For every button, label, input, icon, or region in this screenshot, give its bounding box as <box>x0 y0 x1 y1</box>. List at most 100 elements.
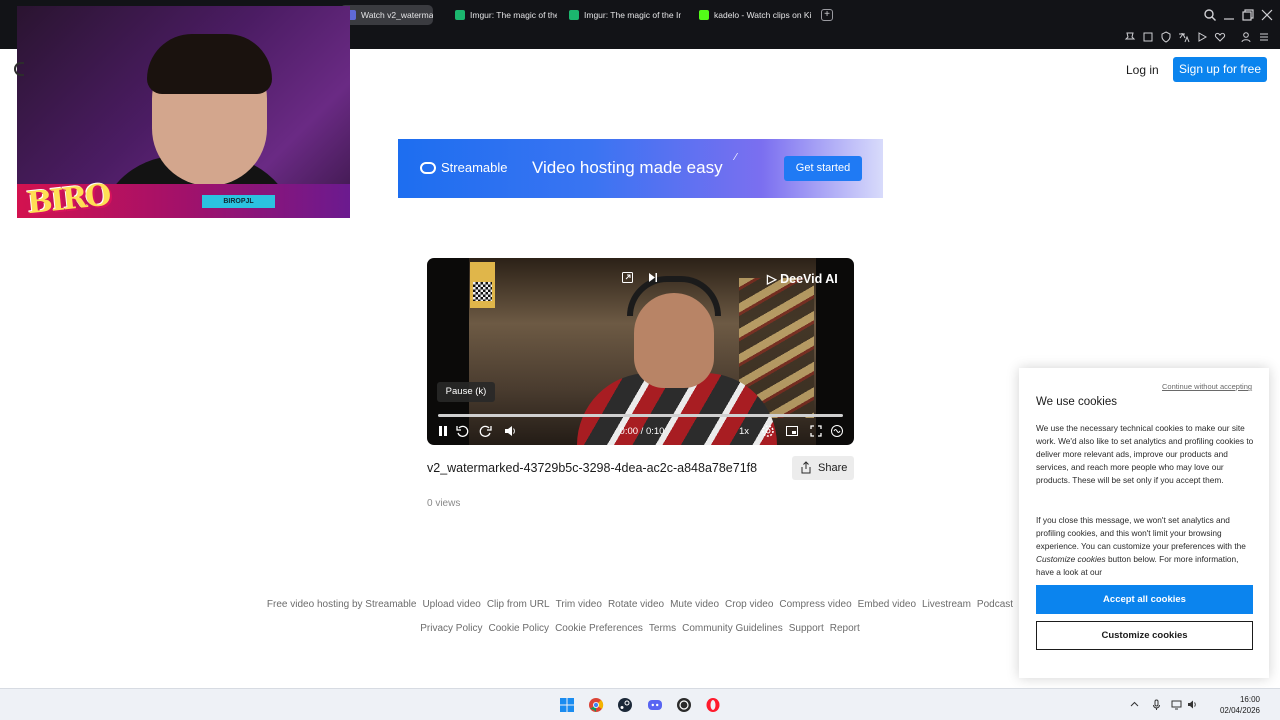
video-player[interactable]: ▷ DeeVid AI Pause (k) 0:00 / 0:10 1x <box>427 258 854 445</box>
screenshot-icon[interactable] <box>1142 31 1154 43</box>
pause-icon[interactable] <box>436 424 450 438</box>
footer-link[interactable]: Rotate video <box>608 599 664 610</box>
footer-link[interactable]: Cookie Policy <box>488 623 549 634</box>
play-icon[interactable] <box>1196 31 1208 43</box>
browser-tab[interactable]: kadelo - Watch clips on Ki <box>693 5 813 25</box>
time-display: 0:00 / 0:10 <box>619 426 665 437</box>
customize-cookies-button[interactable]: Customize cookies <box>1036 621 1253 650</box>
footer-link[interactable]: Livestream <box>922 599 971 610</box>
continue-without-accepting-link[interactable]: Continue without accepting <box>1162 382 1252 392</box>
streamable-icon[interactable] <box>830 424 844 438</box>
footer-link[interactable]: Compress video <box>779 599 851 610</box>
banner-brand-label: Streamable <box>441 160 508 175</box>
banner-brand: Streamable <box>420 160 507 176</box>
tab-favicon-icon <box>569 10 579 20</box>
footer-link[interactable]: Mute video <box>670 599 719 610</box>
cookie-paragraph-1: We use the necessary technical cookies t… <box>1036 423 1254 485</box>
close-icon[interactable] <box>1260 8 1274 22</box>
progress-bar[interactable] <box>438 414 843 417</box>
share-label: Share <box>818 462 848 474</box>
accept-all-cookies-button[interactable]: Accept all cookies <box>1036 585 1253 614</box>
footer-link[interactable]: Podcast <box>977 599 1013 610</box>
volume-icon[interactable] <box>503 424 517 438</box>
network-icon[interactable] <box>1171 699 1182 710</box>
new-tab-button[interactable]: + <box>821 9 833 21</box>
windows-start-icon[interactable] <box>559 697 575 713</box>
footer-link[interactable]: Embed video <box>858 599 916 610</box>
cookie-title: We use cookies <box>1036 396 1117 408</box>
video-title: v2_watermarked-43729b5c-3298-4dea-ac2c-a… <box>427 461 758 475</box>
skip-next-icon[interactable] <box>646 271 659 284</box>
menu-icon[interactable] <box>1258 31 1270 43</box>
footer-link[interactable]: Trim video <box>556 599 602 610</box>
minimize-icon[interactable] <box>1222 8 1236 22</box>
webcam-overlay: BIRO BIROPJL <box>17 6 350 218</box>
taskbar-clock[interactable]: 16:00 02/04/2026 <box>1202 694 1260 716</box>
forward-icon[interactable] <box>479 424 493 438</box>
pin-icon[interactable] <box>1124 31 1136 43</box>
footer-link[interactable]: Privacy Policy <box>420 623 482 634</box>
promo-banner[interactable]: Streamable Video hosting made easy ⁄ Get… <box>398 139 883 198</box>
tab-label: Watch v2_watermarke <box>361 10 433 20</box>
tab-label: Imgur: The magic of the In <box>470 10 557 20</box>
restore-icon[interactable] <box>1241 8 1255 22</box>
playback-speed[interactable]: 1x <box>739 425 749 438</box>
settings-icon[interactable] <box>761 424 775 438</box>
sparkle-icon: ⁄ <box>735 152 737 163</box>
obs-icon[interactable] <box>676 697 692 713</box>
footer-link[interactable]: Cookie Preferences <box>555 623 643 634</box>
footer-link[interactable]: Community Guidelines <box>682 623 783 634</box>
pause-tooltip: Pause (k) <box>437 382 495 402</box>
cookie-consent-dialog: Continue without accepting We use cookie… <box>1019 368 1269 678</box>
discord-icon[interactable] <box>647 697 663 713</box>
footer-link[interactable]: Free video hosting by Streamable <box>267 599 417 610</box>
chevron-up-icon[interactable] <box>1129 699 1140 710</box>
tab-favicon-icon <box>699 10 709 20</box>
browser-tab[interactable]: Imgur: The magic of the In <box>563 5 681 25</box>
taskbar: 16:00 02/04/2026 <box>0 688 1280 720</box>
chrome-icon[interactable] <box>588 697 604 713</box>
qr-poster <box>470 262 495 308</box>
fullscreen-icon[interactable] <box>809 424 823 438</box>
rewind-icon[interactable] <box>455 424 469 438</box>
footer-link[interactable]: Report <box>830 623 860 634</box>
view-count: 0 views <box>427 498 461 509</box>
qr-code-icon <box>473 282 492 301</box>
heart-icon[interactable] <box>1214 31 1226 43</box>
tab-label: kadelo - Watch clips on Ki <box>714 10 812 20</box>
footer-link[interactable]: Crop video <box>725 599 773 610</box>
footer-link[interactable]: Support <box>789 623 824 634</box>
tab-label: Imgur: The magic of the In <box>584 10 681 20</box>
steam-icon[interactable] <box>617 697 633 713</box>
streamer-hair <box>147 34 272 94</box>
speaker-icon[interactable] <box>1187 699 1198 710</box>
clock-time: 16:00 <box>1239 695 1260 704</box>
picture-in-picture-icon[interactable] <box>785 424 799 438</box>
footer-link[interactable]: Terms <box>649 623 676 634</box>
popout-icon[interactable] <box>621 271 634 284</box>
social-handle: BIROPJL <box>202 195 275 208</box>
headphones <box>627 276 721 316</box>
cookie-paragraph-2-emphasis: Customize cookies <box>1036 554 1106 564</box>
share-icon <box>801 461 811 474</box>
cookie-paragraph-2-start: If you close this message, we won't set … <box>1036 515 1246 551</box>
search-icon[interactable] <box>1203 8 1217 22</box>
footer-link[interactable]: Clip from URL <box>487 599 550 610</box>
share-button[interactable]: Share <box>792 456 854 480</box>
browser-tab[interactable]: Watch v2_watermarke <box>340 5 433 25</box>
watermark-label: DeeVid AI <box>780 272 838 286</box>
profile-icon[interactable] <box>1240 31 1252 43</box>
opera-icon[interactable] <box>705 697 721 713</box>
clock-date: 02/04/2026 <box>1219 706 1260 715</box>
streamable-logo-icon <box>420 162 436 174</box>
login-link[interactable]: Log in <box>1126 62 1170 78</box>
footer-link[interactable]: Upload video <box>422 599 480 610</box>
translate-icon[interactable] <box>1178 31 1190 43</box>
browser-tab[interactable]: Imgur: The magic of the In <box>449 5 557 25</box>
shield-icon[interactable] <box>1160 31 1172 43</box>
microphone-icon[interactable] <box>1151 699 1162 710</box>
get-started-button[interactable]: Get started <box>784 156 862 181</box>
signup-button[interactable]: Sign up for free <box>1173 57 1267 82</box>
cookie-paragraph-2: If you close this message, we won't set … <box>1036 514 1254 579</box>
site-logo-icon[interactable] <box>14 62 24 76</box>
